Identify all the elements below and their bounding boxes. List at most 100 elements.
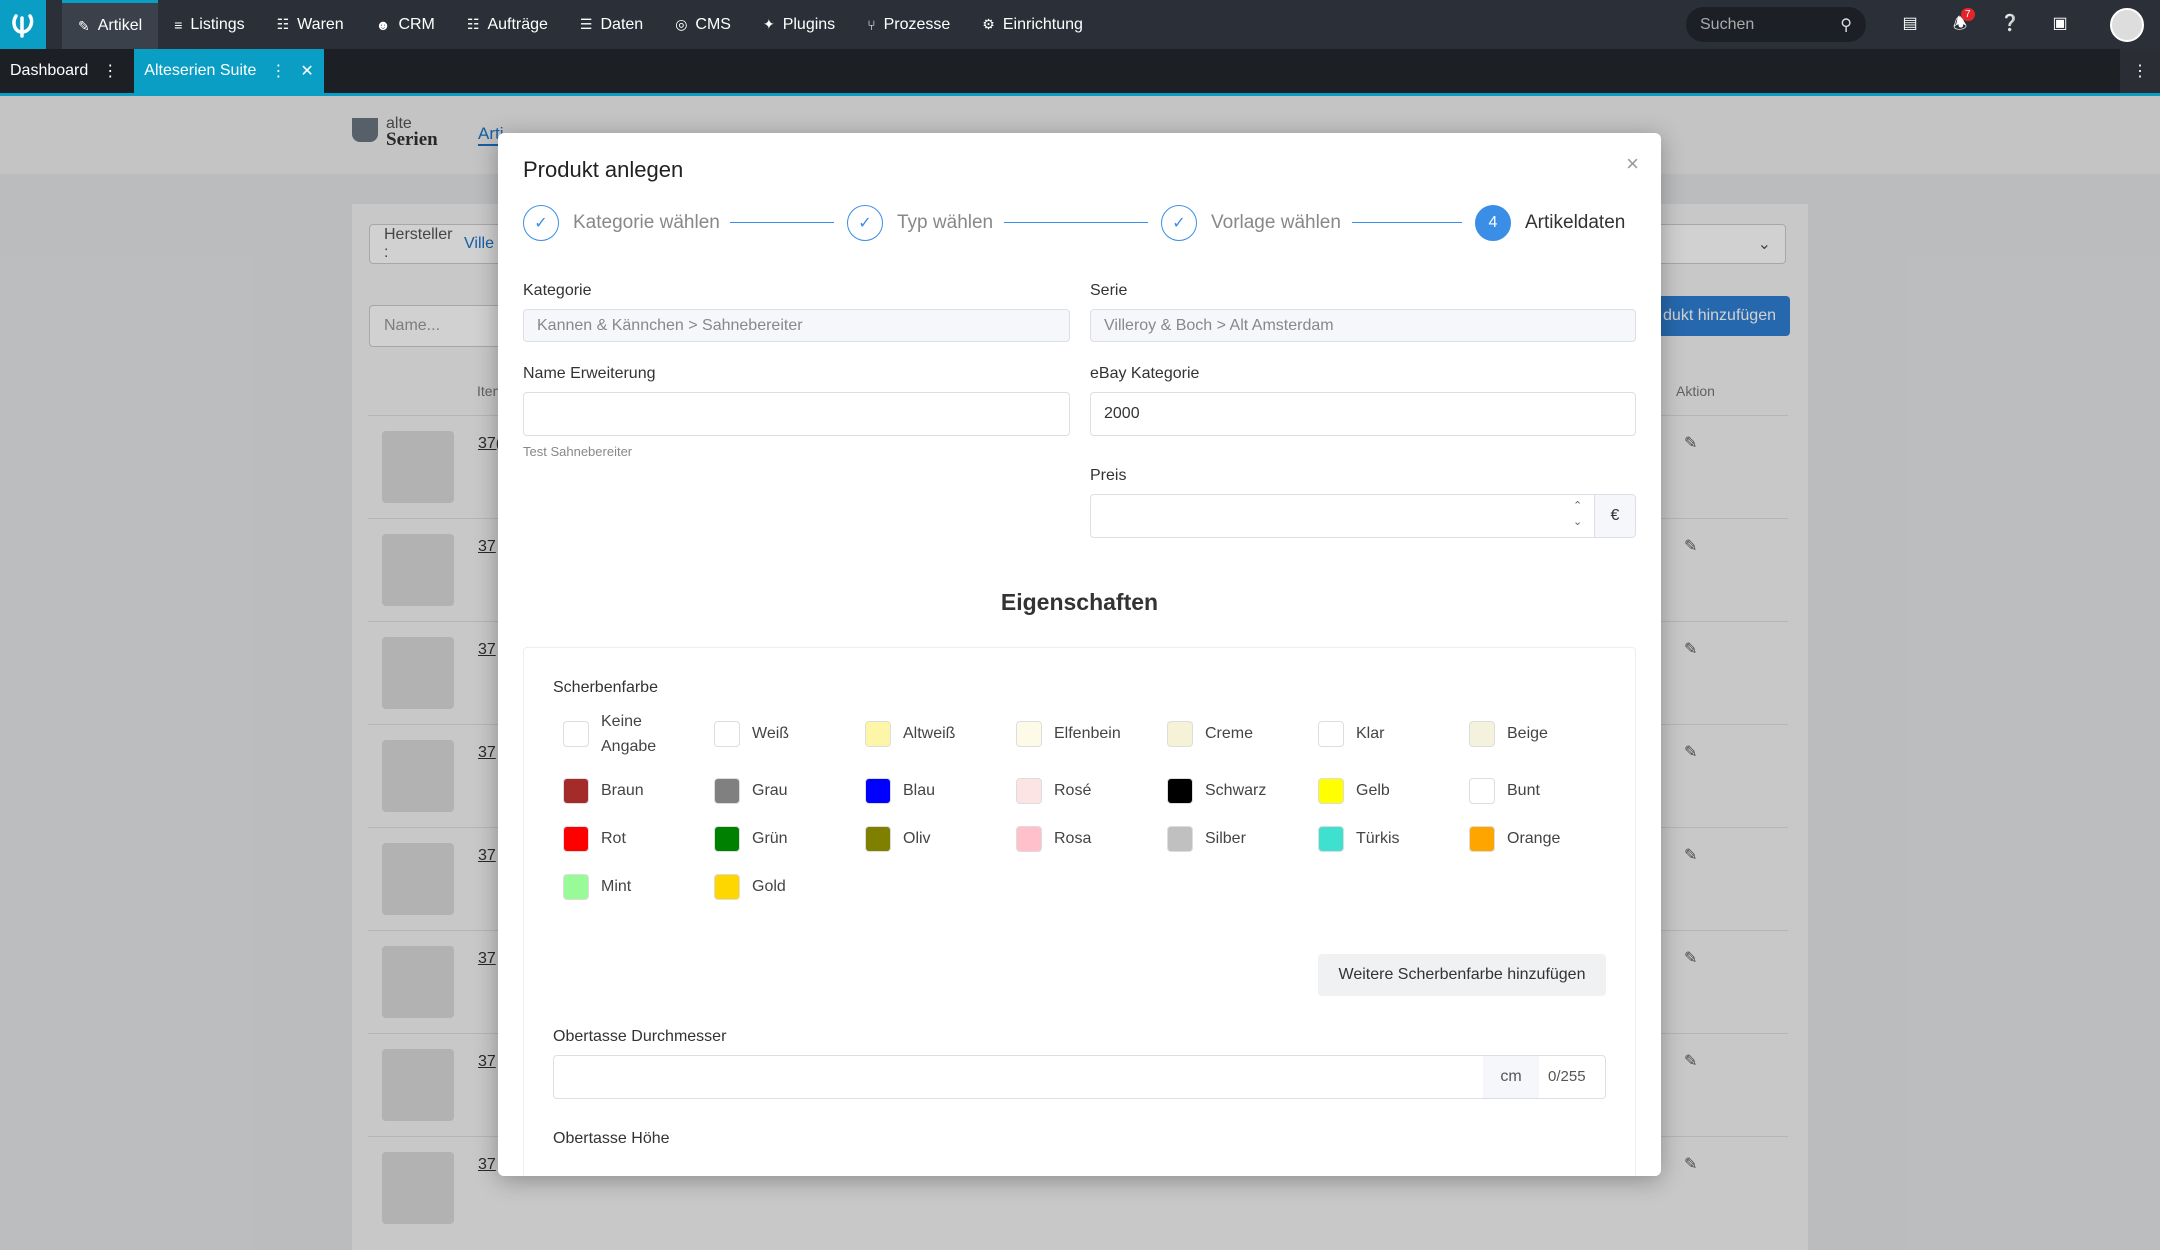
close-icon[interactable]: × [1626,151,1639,177]
more-icon[interactable]: ⋮ [270,61,286,81]
nav-item-einrichtung[interactable]: ⚙ Einrichtung [966,0,1099,49]
color-swatch[interactable] [714,826,740,852]
color-option-orange[interactable]: Orange [1469,826,1560,852]
color-swatch[interactable] [1016,778,1042,804]
color-label: Gold [752,878,786,895]
color-option-weiß[interactable]: Weiß [714,721,789,747]
color-label: Silber [1205,830,1246,847]
color-swatch[interactable] [1318,721,1344,747]
notification-badge: 7 [1961,8,1975,21]
color-option-grün[interactable]: Grün [714,826,788,852]
kategorie-field: Kannen & Kännchen > Sahnebereiter [523,309,1070,342]
dialog-title: Produkt anlegen [523,157,684,182]
color-option-mint[interactable]: Mint [563,874,631,900]
store-icon[interactable]: ▣ [2049,13,2071,33]
color-swatch[interactable] [1469,778,1495,804]
color-swatch[interactable] [865,826,891,852]
color-option-türkis[interactable]: Türkis [1318,826,1400,852]
color-swatch[interactable] [563,826,589,852]
color-option-rot[interactable]: Rot [563,826,626,852]
nav-item-listings[interactable]: ≡ Listings [158,0,260,49]
chevron-up-icon[interactable]: ⌃ [1573,500,1582,512]
nav-item-daten[interactable]: ☰ Daten [564,0,659,49]
color-option-gelb[interactable]: Gelb [1318,778,1390,804]
color-option-silber[interactable]: Silber [1167,826,1246,852]
color-option-schwarz[interactable]: Schwarz [1167,778,1266,804]
color-option-klar[interactable]: Klar [1318,721,1384,747]
obertasse-durchmesser-input[interactable] [553,1055,1606,1099]
color-swatch[interactable] [1469,826,1495,852]
gear-icon: ⚙ [982,16,995,32]
color-swatch[interactable] [563,778,589,804]
number-stepper[interactable]: ⌃ ⌄ [1573,498,1582,530]
color-option-blau[interactable]: Blau [865,778,935,804]
color-swatch[interactable] [1016,721,1042,747]
more-icon[interactable]: ⋮ [2120,49,2160,93]
color-swatch[interactable] [714,721,740,747]
color-option-oliv[interactable]: Oliv [865,826,931,852]
add-scherbenfarbe-button[interactable]: Weitere Scherbenfarbe hinzufügen [1318,954,1606,996]
color-label: Oliv [903,830,931,847]
tab-alteserien-suite[interactable]: Alteserien Suite ⋮ ✕ [134,49,324,93]
search-input[interactable]: Suchen ⚲ [1686,7,1866,42]
color-option-bunt[interactable]: Bunt [1469,778,1540,804]
nav-item-artikel[interactable]: ✎ Artikel [62,0,159,49]
app-logo[interactable] [0,0,46,49]
preis-input[interactable] [1090,494,1595,538]
color-label: Blau [903,782,936,799]
nav-item-label: Waren [297,15,344,33]
color-swatch[interactable] [865,721,891,747]
users-icon: ☻ [375,16,391,33]
nav-item-aufträge[interactable]: ☷ Aufträge [451,0,564,49]
color-swatch[interactable] [1167,721,1193,747]
color-swatch[interactable] [563,721,589,747]
color-option-creme[interactable]: Creme [1167,721,1253,747]
more-icon[interactable]: ⋮ [102,61,118,81]
nav-item-crm[interactable]: ☻ CRM [360,0,451,49]
name-erweiterung-input[interactable] [523,392,1070,436]
scherbenfarbe-label: Scherbenfarbe [553,679,658,696]
color-option-gold[interactable]: Gold [714,874,786,900]
color-label: Gelb [1356,782,1390,799]
ebay-kategorie-label: eBay Kategorie [1090,365,1200,382]
ebay-kategorie-input[interactable]: 2000 [1090,392,1636,436]
color-swatch[interactable] [1016,826,1042,852]
color-option-rosé[interactable]: Rosé [1016,778,1091,804]
nav-item-cms[interactable]: ◎ CMS [659,0,747,49]
nav-item-plugins[interactable]: ✦ Plugins [747,0,851,49]
avatar[interactable] [2110,8,2144,42]
color-option-elfenbein[interactable]: Elfenbein [1016,721,1121,747]
color-option-keine[interactable]: Keine Angabe [563,709,656,759]
color-option-rosa[interactable]: Rosa [1016,826,1091,852]
color-swatch[interactable] [1469,721,1495,747]
color-swatch[interactable] [1318,778,1344,804]
color-option-braun[interactable]: Braun [563,778,644,804]
color-swatch[interactable] [714,874,740,900]
color-swatch[interactable] [865,778,891,804]
chat-icon[interactable]: ▤ [1899,13,1921,33]
color-swatch[interactable] [1167,778,1193,804]
color-option-grau[interactable]: Grau [714,778,788,804]
color-option-altweiß[interactable]: Altweiß [865,721,955,747]
color-swatch[interactable] [1318,826,1344,852]
obertasse-hoehe-label: Obertasse Höhe [553,1130,670,1147]
nav-item-label: Prozesse [883,15,951,33]
tab-dashboard[interactable]: Dashboard ⋮ [0,49,128,93]
check-icon: ✓ [523,205,559,241]
color-swatch[interactable] [714,778,740,804]
close-icon[interactable]: ✕ [300,61,313,81]
tab-label: Dashboard [10,62,89,79]
chevron-down-icon[interactable]: ⌄ [1573,516,1582,528]
nav-item-label: Listings [190,15,245,33]
color-option-beige[interactable]: Beige [1469,721,1548,747]
tag-icon: ✎ [78,17,90,34]
color-label: Grau [752,782,788,799]
check-icon: ✓ [847,205,883,241]
color-swatch[interactable] [563,874,589,900]
color-label: Mint [601,878,632,895]
color-swatch[interactable] [1167,826,1193,852]
color-label: Elfenbein [1054,725,1121,742]
nav-item-prozesse[interactable]: ⑂ Prozesse [851,0,966,49]
help-icon[interactable]: ❔ [1999,13,2021,33]
nav-item-waren[interactable]: ☷ Waren [261,0,360,49]
